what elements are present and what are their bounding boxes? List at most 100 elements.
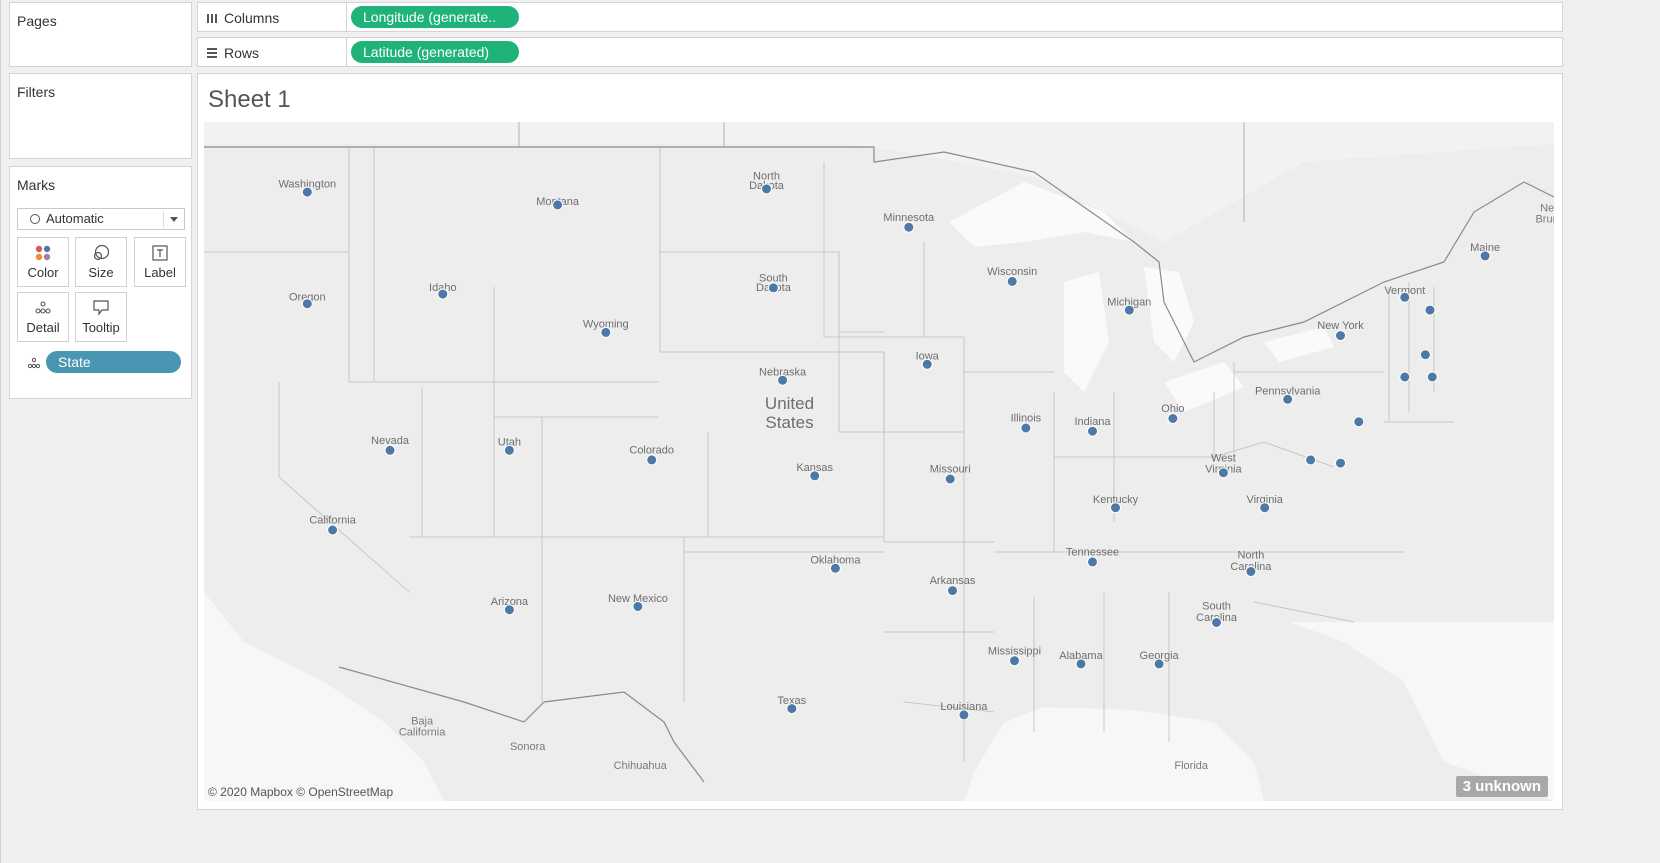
state-mark[interactable]: New Mexico [632, 601, 644, 612]
state-mark[interactable]: Connecticut [1399, 371, 1411, 383]
rows-label: Rows [224, 45, 260, 61]
state-mark[interactable]: Montana [552, 199, 564, 211]
region-label: Florida [1174, 760, 1209, 772]
state-mark[interactable]: Arizona [503, 604, 515, 616]
state-mark[interactable]: Mississippi [1009, 655, 1020, 667]
state-mark[interactable]: North Carolina [1245, 566, 1257, 577]
label-button[interactable]: Label [134, 237, 186, 287]
tooltip-icon [76, 299, 126, 317]
filters-title: Filters [17, 84, 56, 100]
state-mark[interactable]: Nevada [384, 444, 396, 456]
state-mark[interactable]: Kentucky [1110, 502, 1121, 514]
state-mark[interactable]: Delaware [1335, 457, 1346, 469]
state-label: West [1211, 453, 1236, 465]
columns-divider [346, 3, 347, 31]
tooltip-label: Tooltip [82, 320, 120, 335]
state-mark[interactable]: North Dakota [761, 183, 772, 195]
left-edge [0, 0, 1, 863]
latitude-pill[interactable]: Latitude (generated) [351, 41, 519, 63]
label-label: Label [144, 265, 176, 280]
map-view[interactable]: Baja California Sonora Chihuahua Florida Ne Br… [204, 122, 1554, 801]
columns-shelf[interactable]: Columns Longitude (generate.. [197, 2, 1563, 32]
marks-title: Marks [17, 177, 56, 193]
state-mark[interactable]: Virginia [1259, 502, 1271, 514]
state-mark[interactable]: California [327, 524, 339, 536]
state-mark[interactable]: West Virginia [1217, 467, 1229, 479]
state-pill-label: State [58, 354, 91, 370]
state-mark[interactable]: Maine [1479, 250, 1491, 262]
state-mark[interactable]: New Hampshire [1424, 304, 1436, 316]
state-label: South [1202, 601, 1231, 613]
state-marks[interactable]: Washington Oregon California Idaho Nevada Mon… [301, 183, 1491, 721]
detail-icon [18, 299, 68, 317]
map-canvas[interactable]: BajaCaliforniaSonoraChihuahua FloridaNeBr… [204, 122, 1554, 801]
state-mark[interactable]: Texas [786, 703, 798, 715]
color-button[interactable]: Color [17, 237, 69, 287]
state-mark[interactable]: Arkansas [947, 585, 958, 597]
region-label: Baja [411, 716, 434, 728]
state-mark[interactable]: Utah [503, 444, 515, 456]
state-mark[interactable]: Iowa [921, 358, 933, 370]
state-detail-pill[interactable]: State [46, 351, 181, 373]
state-mark[interactable]: Washington [301, 186, 313, 198]
state-mark[interactable]: New Jersey [1353, 416, 1365, 428]
detail-button[interactable]: Detail [17, 292, 69, 342]
state-mark[interactable]: South Carolina [1211, 617, 1222, 628]
state-mark[interactable]: Nebraska [777, 374, 789, 386]
detail-encoding-icon [27, 356, 41, 370]
color-label: Color [27, 265, 59, 280]
rows-divider [346, 38, 347, 66]
region-label: California [399, 727, 446, 739]
state-mark[interactable]: New York [1335, 330, 1346, 342]
marks-panel: Marks Automatic Color Size Label Detail … [9, 166, 192, 399]
state-mark[interactable]: Louisiana [958, 709, 970, 721]
circle-icon [30, 214, 40, 224]
rows-shelf[interactable]: Rows Latitude (generated) [197, 37, 1563, 67]
state-mark[interactable]: Ohio [1167, 413, 1179, 424]
map-background [204, 122, 1554, 801]
size-icon [76, 244, 126, 262]
dropdown-separator [163, 211, 164, 227]
filters-panel[interactable]: Filters [9, 73, 192, 159]
color-icon [18, 244, 68, 262]
state-mark[interactable]: Tennessee [1087, 556, 1098, 568]
state-mark[interactable]: Alabama [1075, 658, 1087, 670]
state-mark[interactable]: Kansas [809, 470, 821, 482]
mark-type-value: Automatic [46, 211, 104, 226]
map-attribution[interactable]: © 2020 Mapbox © OpenStreetMap [208, 785, 393, 799]
state-mark[interactable]: Missouri [944, 473, 956, 485]
chevron-down-icon[interactable] [170, 217, 178, 222]
state-mark[interactable]: Michigan [1123, 304, 1135, 316]
state-mark[interactable]: Oklahoma [829, 562, 841, 574]
longitude-pill-label: Longitude (generate.. [363, 9, 497, 25]
pages-panel[interactable]: Pages [9, 2, 192, 67]
state-mark[interactable]: Georgia [1153, 658, 1165, 670]
detail-label: Detail [26, 320, 60, 335]
state-mark[interactable]: Minnesota [903, 221, 915, 233]
region-label: Chihuahua [614, 760, 668, 772]
state-mark[interactable]: Wisconsin [1006, 275, 1018, 287]
rows-icon [206, 46, 218, 58]
mark-type-dropdown[interactable]: Automatic [17, 208, 185, 230]
region-label: Brun [1535, 213, 1554, 225]
tooltip-button[interactable]: Tooltip [75, 292, 127, 342]
size-label: Size [88, 265, 114, 280]
state-mark[interactable]: Colorado [646, 454, 658, 466]
state-mark[interactable]: Oregon [301, 298, 313, 310]
state-mark[interactable]: Pennsylvania [1282, 393, 1294, 405]
size-button[interactable]: Size [75, 237, 127, 287]
state-mark[interactable]: Indiana [1087, 425, 1098, 437]
state-mark[interactable]: Vermont [1399, 291, 1411, 303]
state-mark[interactable]: Idaho [437, 288, 449, 300]
columns-label: Columns [224, 10, 280, 26]
state-mark[interactable]: Maryland [1305, 454, 1317, 466]
state-mark[interactable]: South Dakota [767, 282, 779, 294]
state-mark[interactable]: Illinois [1020, 422, 1032, 434]
state-label: North [1237, 550, 1264, 562]
country-label: States [765, 413, 813, 432]
unknown-indicator[interactable]: 3 unknown [1455, 776, 1548, 797]
state-mark[interactable]: Wyoming [600, 326, 612, 338]
state-mark[interactable]: Rhode Island [1426, 371, 1438, 383]
state-mark[interactable]: Massachusetts [1419, 349, 1431, 361]
longitude-pill[interactable]: Longitude (generate.. [351, 6, 519, 28]
